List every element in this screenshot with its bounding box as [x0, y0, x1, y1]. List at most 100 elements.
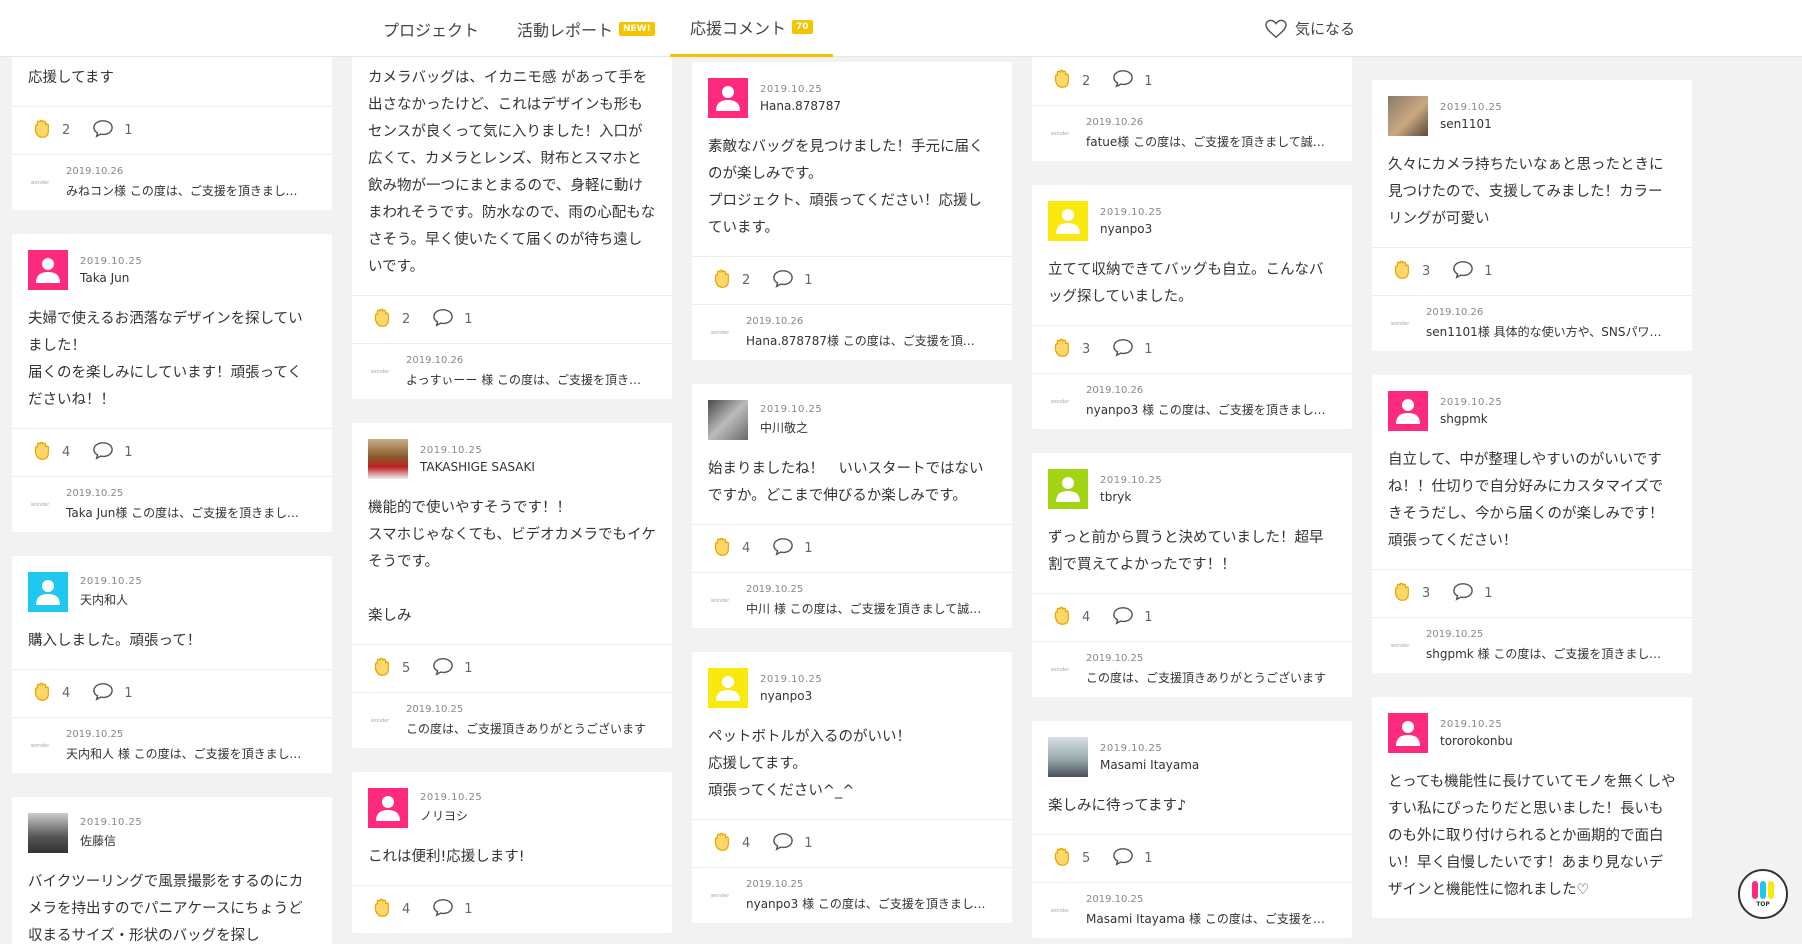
cheer-icon[interactable] [1390, 259, 1412, 285]
owner-reply[interactable]: wonder2019.10.26よっすぃーー 様 この度は、ご支援を頂きまして誠… [352, 343, 672, 399]
owner-reply[interactable]: wonder 2019.10.25 Masami Itayama 様 この度は、ご支… [1032, 882, 1352, 938]
cheer-icon[interactable] [370, 307, 392, 333]
cheer-icon[interactable] [30, 118, 52, 144]
comment-column-3: 2019.10.25 Hana.878787 素敵なバッグを見つけました！手元に届… [692, 62, 1012, 944]
owner-reply[interactable]: wonder2019.10.25shgpmk 様 この度は、ご支援を頂きまして誠… [1372, 617, 1692, 673]
avatar[interactable] [1048, 737, 1088, 777]
comment-bubble-icon[interactable] [1112, 847, 1134, 871]
avatar[interactable] [1048, 201, 1088, 241]
owner-reply[interactable]: wonder2019.10.25天内和人 様 この度は、ご支援を頂きまして誠にあ… [12, 717, 332, 773]
owner-reply[interactable]: wonder 2019.10.25 この度は、ご支援頂きありがとうございます [1032, 641, 1352, 697]
avatar[interactable] [1388, 391, 1428, 431]
comment-card: 応援してます 2 1 wonder 2019.10.26 みねコン様 この度は、ご… [12, 57, 332, 210]
owner-reply[interactable]: wonder 2019.10.25 Taka Jun様 この度は、ご支援を頂きまして… [12, 476, 332, 532]
user-icon [36, 580, 60, 605]
avatar[interactable] [708, 78, 748, 118]
avatar[interactable] [708, 668, 748, 708]
comment-bubble-icon[interactable] [432, 898, 454, 922]
tab-activity-report[interactable]: 活動レポート NEW! [517, 0, 655, 57]
reply-logo: wonder [1390, 320, 1410, 327]
owner-reply[interactable]: wonder 2019.10.25 この度は、ご支援頂きありがとうございます [352, 692, 672, 748]
comment-card: 2019.10.25 TAKASHIGE SASAKI 機能的で使いやすそうです！… [352, 423, 672, 748]
cheer-icon[interactable] [370, 897, 392, 923]
avatar[interactable] [1048, 469, 1088, 509]
reply-text: Taka Jun様 この度は、ご支援を頂きまして誠にありがとうございます [66, 506, 306, 520]
cheer-icon[interactable] [1390, 581, 1412, 607]
comment-bubble-icon[interactable] [1112, 69, 1134, 93]
cheer-icon[interactable] [710, 536, 732, 562]
commenter-name[interactable]: tororokonbu [1440, 734, 1513, 748]
comment-bubble-icon[interactable] [772, 269, 794, 293]
comment-count: 1 [804, 836, 813, 851]
cheer-icon[interactable] [1050, 846, 1072, 872]
commenter-name[interactable]: nyanpo3 [1100, 222, 1162, 236]
commenter-name[interactable]: Hana.878787 [760, 99, 841, 113]
comment-count: 1 [1484, 264, 1493, 279]
owner-reply[interactable]: wonder 2019.10.26 sen1101様 具体的な使い方や、SNSパワー… [1372, 295, 1692, 351]
comment-bubble-icon[interactable] [1112, 606, 1134, 630]
owner-reply[interactable]: wonder 2019.10.26みねコン様 この度は、ご支援を頂きまして誠にあ… [12, 154, 332, 210]
commenter-name[interactable]: 佐藤信 [80, 832, 142, 849]
commenter-name[interactable]: tbryk [1100, 490, 1162, 504]
comment-bubble-icon[interactable] [1452, 582, 1474, 606]
owner-reply[interactable]: wonder2019.10.26fatue様 この度は、ご支援を頂きまして誠にあ… [1032, 105, 1352, 161]
cheer-count: 4 [1082, 610, 1091, 625]
commenter-name[interactable]: shgpmk [1440, 412, 1502, 426]
user-icon [376, 796, 400, 821]
owner-reply[interactable]: wonder2019.10.25中川 様 この度は、ご支援を頂きまして誠にありが… [692, 572, 1012, 628]
commenter-name[interactable]: 天内和人 [80, 591, 142, 608]
cheer-icon[interactable] [1050, 337, 1072, 363]
cheer-icon[interactable] [1050, 68, 1072, 94]
commenter-name[interactable]: Masami Itayama [1100, 758, 1199, 772]
owner-reply[interactable]: wonder 2019.10.26 nyanpo3 様 この度は、ご支援を頂きまして… [1032, 373, 1352, 429]
avatar[interactable] [28, 813, 68, 853]
avatar[interactable] [368, 788, 408, 828]
comment-bubble-icon[interactable] [432, 657, 454, 681]
comment-bubble-icon[interactable] [772, 537, 794, 561]
commenter-name[interactable]: Taka Jun [80, 271, 142, 285]
comment-bubble-icon[interactable] [92, 441, 114, 465]
comment-actions: 5 1 [352, 644, 672, 692]
comment-text: 久々にカメラ持ちたいなぁと思ったときに見つけたので、支援してみました！カラーリン… [1388, 157, 1664, 227]
cheer-count: 4 [62, 686, 71, 701]
owner-reply[interactable]: wonder 2019.10.26 Hana.878787様 この度は、ご支援を頂き… [692, 304, 1012, 360]
avatar[interactable] [708, 400, 748, 440]
owner-reply[interactable]: wonder 2019.10.25 nyanpo3 様 この度は、ご支援を頂きまして… [692, 867, 1012, 923]
cheer-icon[interactable] [710, 831, 732, 857]
commenter-name[interactable]: TAKASHIGE SASAKI [420, 460, 535, 474]
commenter-name[interactable]: ノリヨシ [420, 807, 482, 824]
cheer-count: 2 [1082, 73, 1091, 89]
comment-bubble-icon[interactable] [1112, 338, 1134, 362]
reply-text: fatue様 この度は、ご支援を頂きまして誠にありがとうございます [1086, 135, 1326, 149]
avatar[interactable] [1388, 713, 1428, 753]
comment-actions: 2 1 [1032, 57, 1352, 105]
cheer-icon[interactable] [30, 681, 52, 707]
tab-support-comments[interactable]: 応援コメント 70 [670, 0, 833, 57]
cheer-icon[interactable] [710, 268, 732, 294]
avatar[interactable] [28, 572, 68, 612]
reply-text: この度は、ご支援頂きありがとうございます [406, 722, 646, 736]
commenter-name[interactable]: 中川敬之 [760, 419, 822, 436]
comment-card: 2019.10.25 tbryk ずっと前から買うと決めていました！超早割で買えて… [1032, 453, 1352, 697]
comment-actions: 4 1 [12, 428, 332, 476]
comment-bubble-icon[interactable] [92, 682, 114, 706]
comment-count: 1 [464, 902, 473, 917]
comment-bubble-icon[interactable] [772, 832, 794, 856]
cheer-icon[interactable] [1050, 605, 1072, 631]
comment-bubble-icon[interactable] [1452, 260, 1474, 284]
comment-bubble-icon[interactable] [92, 119, 114, 143]
avatar[interactable] [368, 439, 408, 479]
favorite-button[interactable]: 気になる [1265, 0, 1355, 57]
avatar[interactable] [1388, 96, 1428, 136]
comment-count: 1 [1144, 73, 1153, 89]
commenter-name[interactable]: nyanpo3 [760, 689, 822, 703]
comment-count: 1 [464, 661, 473, 676]
comment-bubble-icon[interactable] [432, 308, 454, 332]
comment-card: 2019.10.25 sen1101 久々にカメラ持ちたいなぁと思ったときに見つけ… [1372, 80, 1692, 351]
tab-project[interactable]: プロジェクト [383, 0, 479, 57]
scroll-to-top-button[interactable]: TOP [1738, 869, 1788, 919]
commenter-name[interactable]: sen1101 [1440, 117, 1502, 131]
cheer-icon[interactable] [370, 656, 392, 682]
avatar[interactable] [28, 250, 68, 290]
cheer-icon[interactable] [30, 440, 52, 466]
